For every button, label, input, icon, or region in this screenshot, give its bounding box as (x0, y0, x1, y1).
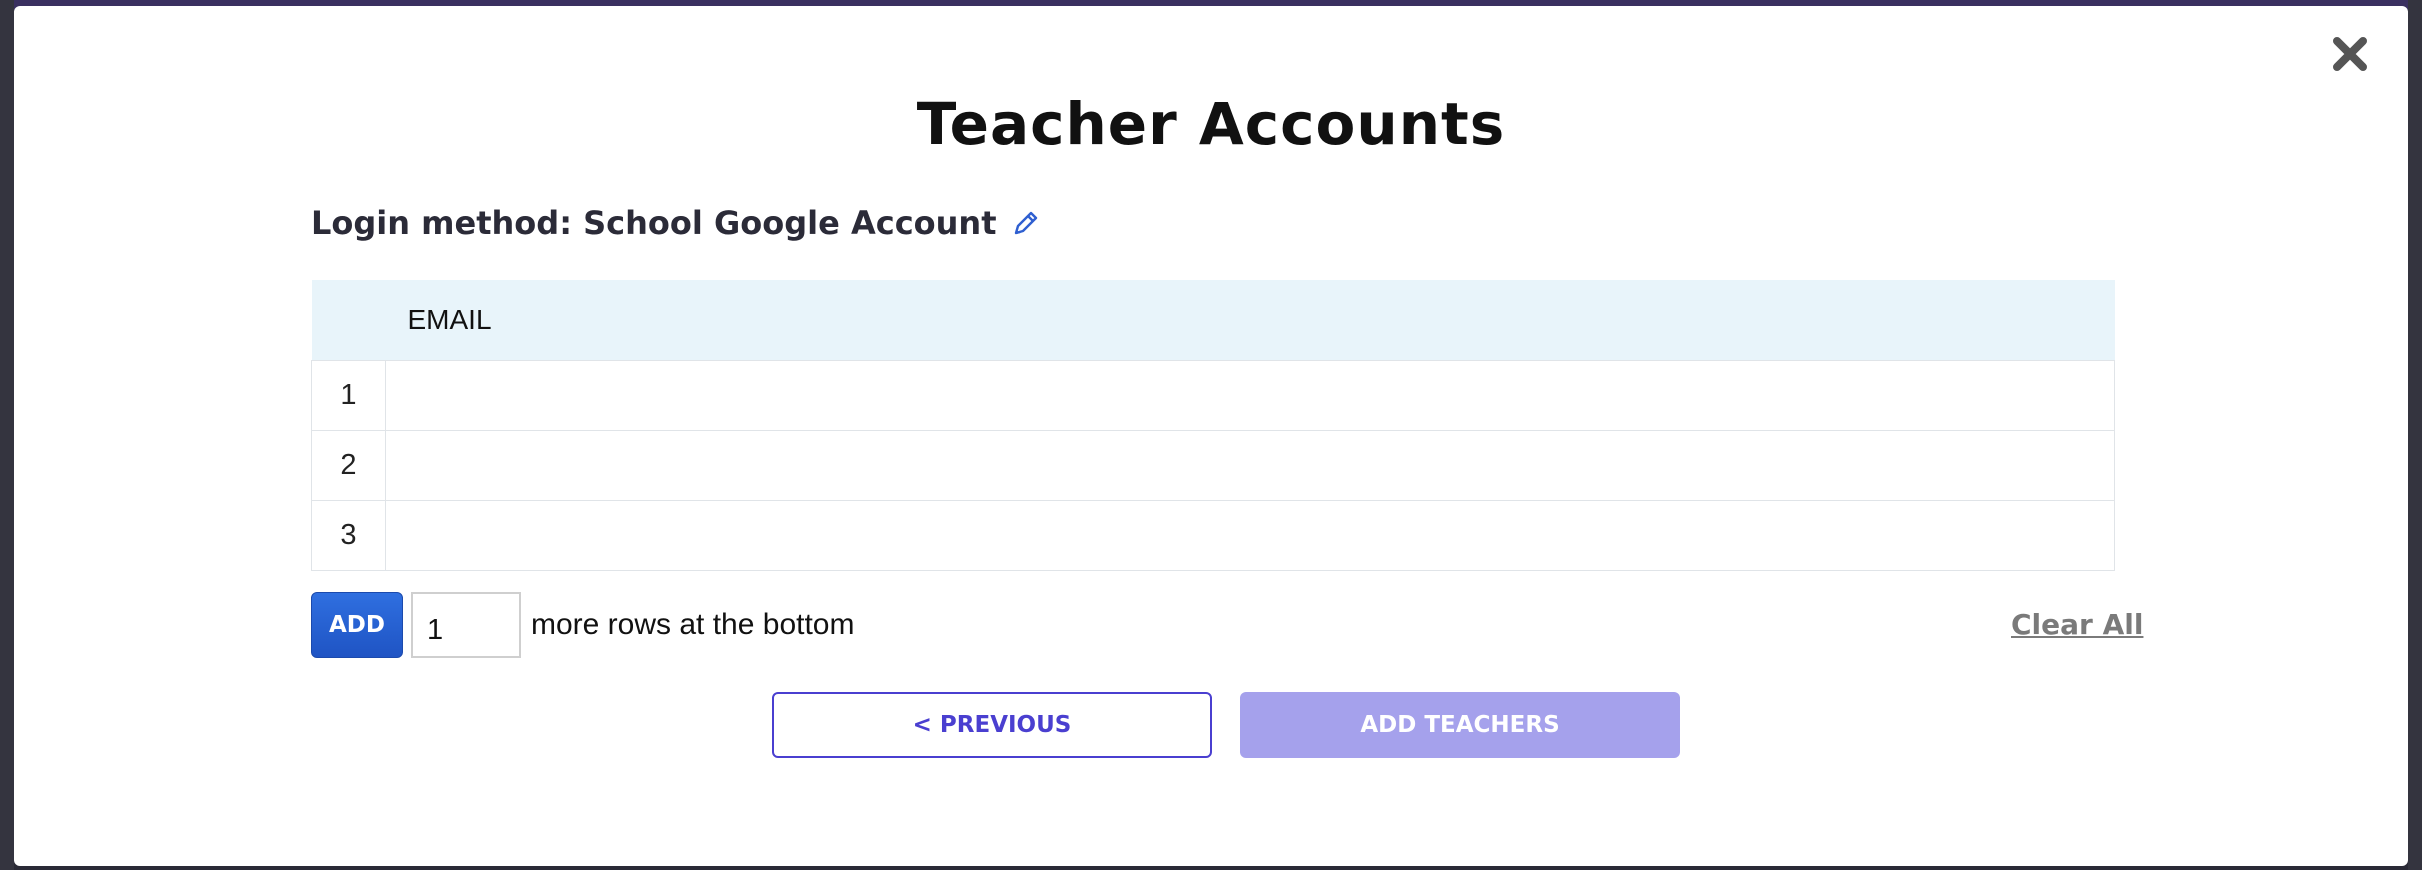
row-number-header (312, 280, 386, 360)
backdrop-right (2408, 0, 2422, 870)
email-table: EMAIL 1 2 3 (311, 280, 2115, 571)
table-row: 1 (311, 359, 2115, 431)
teacher-accounts-modal: Teacher Accounts Login method: School Go… (14, 6, 2408, 866)
table-row: 2 (311, 429, 2115, 501)
previous-button[interactable]: < PREVIOUS (772, 692, 1212, 758)
login-method-label: Login method: School Google Account (311, 204, 997, 242)
add-rows-suffix: more rows at the bottom (531, 608, 855, 641)
add-teachers-button[interactable]: ADD TEACHERS (1240, 692, 1680, 758)
add-rows-button[interactable]: ADD (311, 592, 403, 658)
row-number: 3 (311, 499, 386, 571)
modal-title: Teacher Accounts (916, 90, 1506, 158)
close-icon[interactable] (2328, 32, 2372, 76)
email-cell[interactable] (385, 359, 2115, 431)
pencil-icon[interactable] (1011, 208, 1041, 238)
row-count-input[interactable] (411, 592, 521, 658)
backdrop-left (0, 0, 14, 870)
email-cell[interactable] (385, 499, 2115, 571)
email-cell[interactable] (385, 429, 2115, 501)
row-number: 1 (311, 359, 386, 431)
login-method-row: Login method: School Google Account (311, 204, 1041, 242)
table-header-row: EMAIL (311, 280, 2115, 360)
email-column-header: EMAIL (407, 303, 492, 335)
add-rows-control: ADD more rows at the bottom (311, 592, 854, 658)
row-number: 2 (311, 429, 386, 501)
clear-all-link[interactable]: Clear All (2011, 608, 2143, 641)
table-row: 3 (311, 499, 2115, 571)
